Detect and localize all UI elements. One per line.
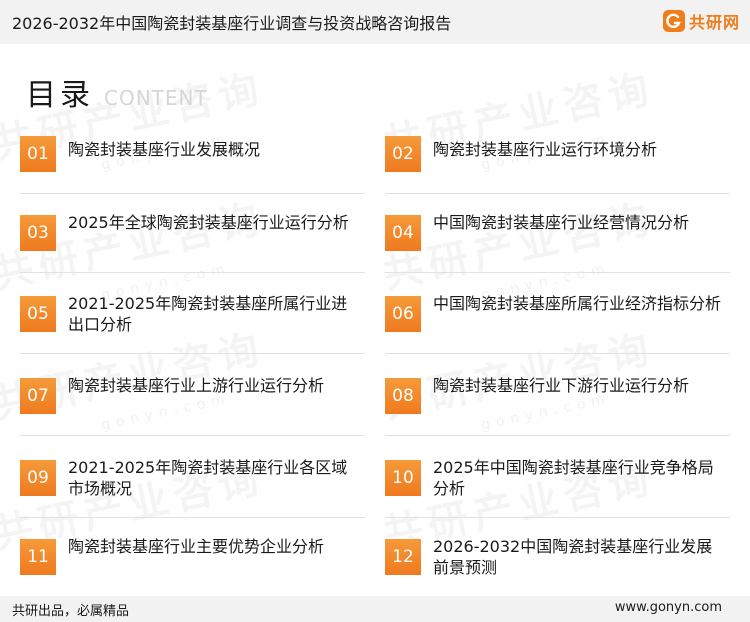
toc-item-number: 09: [20, 460, 56, 496]
toc-item-02[interactable]: 02 陶瓷封装基座行业运行环境分析: [385, 130, 730, 194]
toc-item-number: 04: [385, 215, 421, 251]
toc-item-04[interactable]: 04 中国陶瓷封装基座行业经营情况分析: [385, 209, 730, 273]
toc-item-label: 2025年中国陶瓷封装基座行业竞争格局分析: [433, 458, 714, 498]
toc-item-03[interactable]: 03 2025年全球陶瓷封装基座行业运行分析: [20, 209, 365, 273]
toc-item-12[interactable]: 12 2026-2032中国陶瓷封装基座行业发展前景预测: [385, 533, 730, 597]
toc-item-label: 2025年全球陶瓷封装基座行业运行分析: [68, 213, 349, 232]
toc-item-number: 07: [20, 378, 56, 414]
divider: [20, 193, 365, 194]
toc-item-label: 2021-2025年陶瓷封装基座所属行业进出口分析: [68, 294, 348, 334]
toc-item-label: 中国陶瓷封装基座行业经营情况分析: [433, 213, 690, 232]
toc-item-label: 陶瓷封装基座行业发展概况: [68, 140, 261, 159]
divider: [20, 435, 365, 436]
toc-item-number: 01: [20, 136, 56, 172]
toc-item-label: 陶瓷封装基座行业主要优势企业分析: [68, 537, 325, 556]
header-bar: 2026-2032年中国陶瓷封装基座行业调查与投资战略咨询报告 共研网: [0, 0, 750, 44]
toc-item-08[interactable]: 08 陶瓷封装基座行业下游行业运行分析: [385, 372, 730, 436]
toc-heading-subtitle: CONTENT: [104, 86, 208, 110]
document-title: 2026-2032年中国陶瓷封装基座行业调查与投资战略咨询报告: [12, 14, 452, 33]
toc-heading: 目录 CONTENT: [26, 70, 208, 114]
toc-item-10[interactable]: 10 2025年中国陶瓷封装基座行业竞争格局分析: [385, 454, 730, 518]
divider: [20, 272, 365, 273]
divider: [385, 272, 730, 273]
divider: [20, 517, 365, 518]
brand-logo-text: 共研网: [688, 13, 740, 32]
toc-item-number: 11: [20, 539, 56, 575]
toc-item-11[interactable]: 11 陶瓷封装基座行业主要优势企业分析: [20, 533, 365, 597]
toc-item-05[interactable]: 05 2021-2025年陶瓷封装基座所属行业进出口分析: [20, 290, 365, 354]
divider: [385, 435, 730, 436]
divider: [385, 193, 730, 194]
toc-item-09[interactable]: 09 2021-2025年陶瓷封装基座行业各区域市场概况: [20, 454, 365, 518]
divider: [385, 353, 730, 354]
toc-item-number: 03: [20, 215, 56, 251]
toc-item-07[interactable]: 07 陶瓷封装基座行业上游行业运行分析: [20, 372, 365, 436]
toc-item-number: 12: [385, 539, 421, 575]
toc-heading-title: 目录: [26, 78, 94, 113]
footer-bar: 共研出品，必属精品 www.gonyn.com: [0, 596, 750, 622]
toc-item-label: 陶瓷封装基座行业下游行业运行分析: [433, 376, 690, 395]
toc-item-label: 陶瓷封装基座行业运行环境分析: [433, 140, 658, 159]
toc-item-number: 05: [20, 296, 56, 332]
footer-slogan: 共研出品，必属精品: [12, 604, 130, 619]
brand-logo: 共研网: [662, 8, 740, 34]
divider: [20, 353, 365, 354]
toc-item-label: 陶瓷封装基座行业上游行业运行分析: [68, 376, 325, 395]
toc-item-label: 2021-2025年陶瓷封装基座行业各区域市场概况: [68, 458, 348, 498]
brand-logo-icon: [662, 10, 685, 32]
toc-item-number: 08: [385, 378, 421, 414]
divider: [385, 517, 730, 518]
footer-url[interactable]: www.gonyn.com: [615, 600, 722, 615]
toc-item-label: 中国陶瓷封装基座所属行业经济指标分析: [433, 294, 722, 313]
toc-item-06[interactable]: 06 中国陶瓷封装基座所属行业经济指标分析: [385, 290, 730, 354]
toc-item-label: 2026-2032中国陶瓷封装基座行业发展前景预测: [433, 537, 713, 577]
toc-item-number: 06: [385, 296, 421, 332]
toc-item-number: 10: [385, 460, 421, 496]
toc-item-number: 02: [385, 136, 421, 172]
toc-item-01[interactable]: 01 陶瓷封装基座行业发展概况: [20, 130, 365, 194]
